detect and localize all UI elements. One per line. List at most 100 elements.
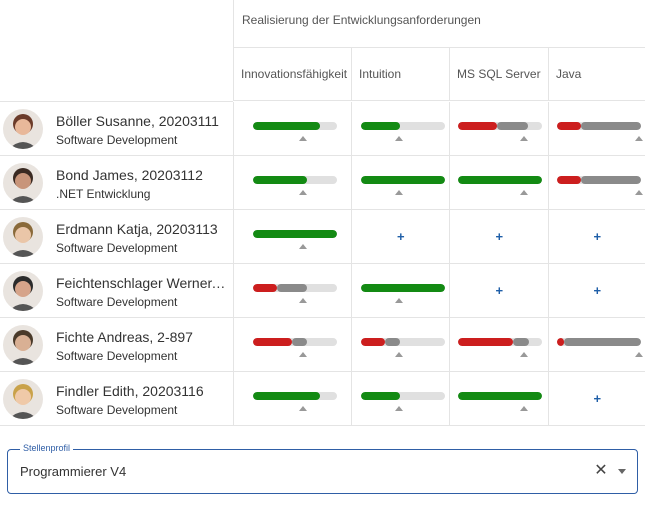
person-name: Fichte Andreas, 2-897 <box>56 329 193 345</box>
skill-cell[interactable] <box>449 156 548 209</box>
skill-cell[interactable] <box>233 264 351 317</box>
avatar <box>3 163 43 203</box>
target-marker-icon <box>299 298 308 303</box>
bar-segment-gray <box>291 338 307 346</box>
bar-segment-gray <box>276 284 307 292</box>
bar-segment-green <box>458 176 542 184</box>
target-marker-icon <box>299 352 308 357</box>
stellenprofil-value: Programmierer V4 <box>20 464 127 479</box>
avatar <box>3 325 43 365</box>
skill-cell[interactable] <box>233 102 351 155</box>
stellenprofil-select[interactable]: Stellenprofil Programmierer V4 ✕ <box>7 443 638 494</box>
person-department: Software Development <box>56 295 178 309</box>
column-header-label: Java <box>556 67 582 81</box>
skill-level-bar <box>557 122 641 130</box>
person-name: Findler Edith, 20203116 <box>56 383 204 399</box>
add-assessment-button[interactable]: + <box>594 391 602 406</box>
target-marker-icon <box>394 190 403 195</box>
bar-segment-green <box>458 392 542 400</box>
add-assessment-button[interactable]: + <box>496 283 504 298</box>
column-header-label: MS SQL Server <box>457 67 541 81</box>
skill-level-bar <box>361 284 445 292</box>
table-row[interactable]: Findler Edith, 20203116 Software Developm… <box>0 372 645 426</box>
skill-level-bar <box>253 338 337 346</box>
column-group-title: Realisierung der Entwicklungsanforderung… <box>242 13 481 27</box>
skill-level-bar <box>361 122 445 130</box>
skill-cell[interactable] <box>233 210 351 263</box>
target-marker-icon <box>635 352 644 357</box>
bar-segment-red <box>458 338 514 346</box>
skill-cell[interactable] <box>548 102 645 155</box>
column-group-header: Realisierung der Entwicklungsanforderung… <box>233 0 645 48</box>
column-header-3[interactable]: Java <box>548 47 645 101</box>
table-row[interactable]: Erdmann Katja, 20203113 Software Developm… <box>0 210 645 264</box>
column-header-1[interactable]: Intuition <box>351 47 449 101</box>
add-assessment-button[interactable]: + <box>496 229 504 244</box>
skill-level-bar <box>253 392 337 400</box>
skill-cell: + <box>449 210 548 263</box>
stellenprofil-label: Stellenprofil <box>20 443 74 453</box>
bar-segment-red <box>253 284 277 292</box>
person-name: Erdmann Katja, 20203113 <box>56 221 218 237</box>
bar-segment-gray <box>384 338 400 346</box>
bar-segment-green <box>253 122 321 130</box>
bar-segment-red <box>557 176 581 184</box>
avatar <box>3 217 43 257</box>
clear-icon[interactable]: ✕ <box>592 462 610 480</box>
table-row[interactable]: Böller Susanne, 20203111 Software Develop… <box>0 102 645 156</box>
column-header-2[interactable]: MS SQL Server <box>449 47 548 101</box>
skill-cell[interactable] <box>548 318 645 371</box>
skill-cell[interactable] <box>351 264 449 317</box>
skill-cell[interactable] <box>351 156 449 209</box>
add-assessment-button[interactable]: + <box>594 229 602 244</box>
skill-level-bar <box>253 230 337 238</box>
target-marker-icon <box>394 352 403 357</box>
skill-cell[interactable] <box>548 156 645 209</box>
table-row[interactable]: Feichtenschlager Werner, 4... Software De… <box>0 264 645 318</box>
table-row[interactable]: Bond James, 20203112 .NET Entwicklung <box>0 156 645 210</box>
bar-segment-red <box>458 122 498 130</box>
person-name: Bond James, 20203112 <box>56 167 203 183</box>
bar-segment-red <box>253 338 292 346</box>
skill-level-bar <box>458 392 542 400</box>
target-marker-icon <box>519 136 528 141</box>
skill-level-bar <box>458 122 542 130</box>
bar-segment-red <box>557 338 564 346</box>
add-assessment-button[interactable]: + <box>594 283 602 298</box>
skill-level-bar <box>253 176 337 184</box>
bar-segment-gray <box>497 122 528 130</box>
person-department: .NET Entwicklung <box>56 187 151 201</box>
target-marker-icon <box>394 406 403 411</box>
person-department: Software Development <box>56 133 178 147</box>
person-name: Böller Susanne, 20203111 <box>56 113 219 129</box>
skill-cell[interactable] <box>233 372 351 425</box>
skill-cell[interactable] <box>449 372 548 425</box>
person-department: Software Development <box>56 349 178 363</box>
target-marker-icon <box>299 190 308 195</box>
skill-cell[interactable] <box>449 102 548 155</box>
column-header-0[interactable]: Innovationsfähigkeit <box>233 47 351 101</box>
bar-segment-gray <box>580 122 641 130</box>
bar-segment-green <box>253 392 321 400</box>
skill-cell[interactable] <box>233 318 351 371</box>
skill-level-bar <box>458 338 542 346</box>
skill-cell[interactable] <box>233 156 351 209</box>
table-row[interactable]: Fichte Andreas, 2-897 Software Developmen… <box>0 318 645 372</box>
skill-cell: + <box>351 210 449 263</box>
chevron-down-icon[interactable] <box>618 469 626 474</box>
skill-cell[interactable] <box>351 318 449 371</box>
column-header-label: Innovationsfähigkeit <box>241 67 348 81</box>
column-header-label: Intuition <box>359 67 402 81</box>
skill-cell[interactable] <box>351 102 449 155</box>
bar-segment-green <box>253 230 337 238</box>
person-department: Software Development <box>56 403 178 417</box>
person-name: Feichtenschlager Werner, 4... <box>56 275 228 291</box>
target-marker-icon <box>519 190 528 195</box>
skill-cell[interactable] <box>449 318 548 371</box>
add-assessment-button[interactable]: + <box>397 229 405 244</box>
skill-cell[interactable] <box>351 372 449 425</box>
skills-grid: Realisierung der Entwicklungsanforderung… <box>0 0 645 430</box>
bar-segment-green <box>361 392 401 400</box>
skill-cell: + <box>548 372 645 425</box>
bar-segment-green <box>361 176 445 184</box>
